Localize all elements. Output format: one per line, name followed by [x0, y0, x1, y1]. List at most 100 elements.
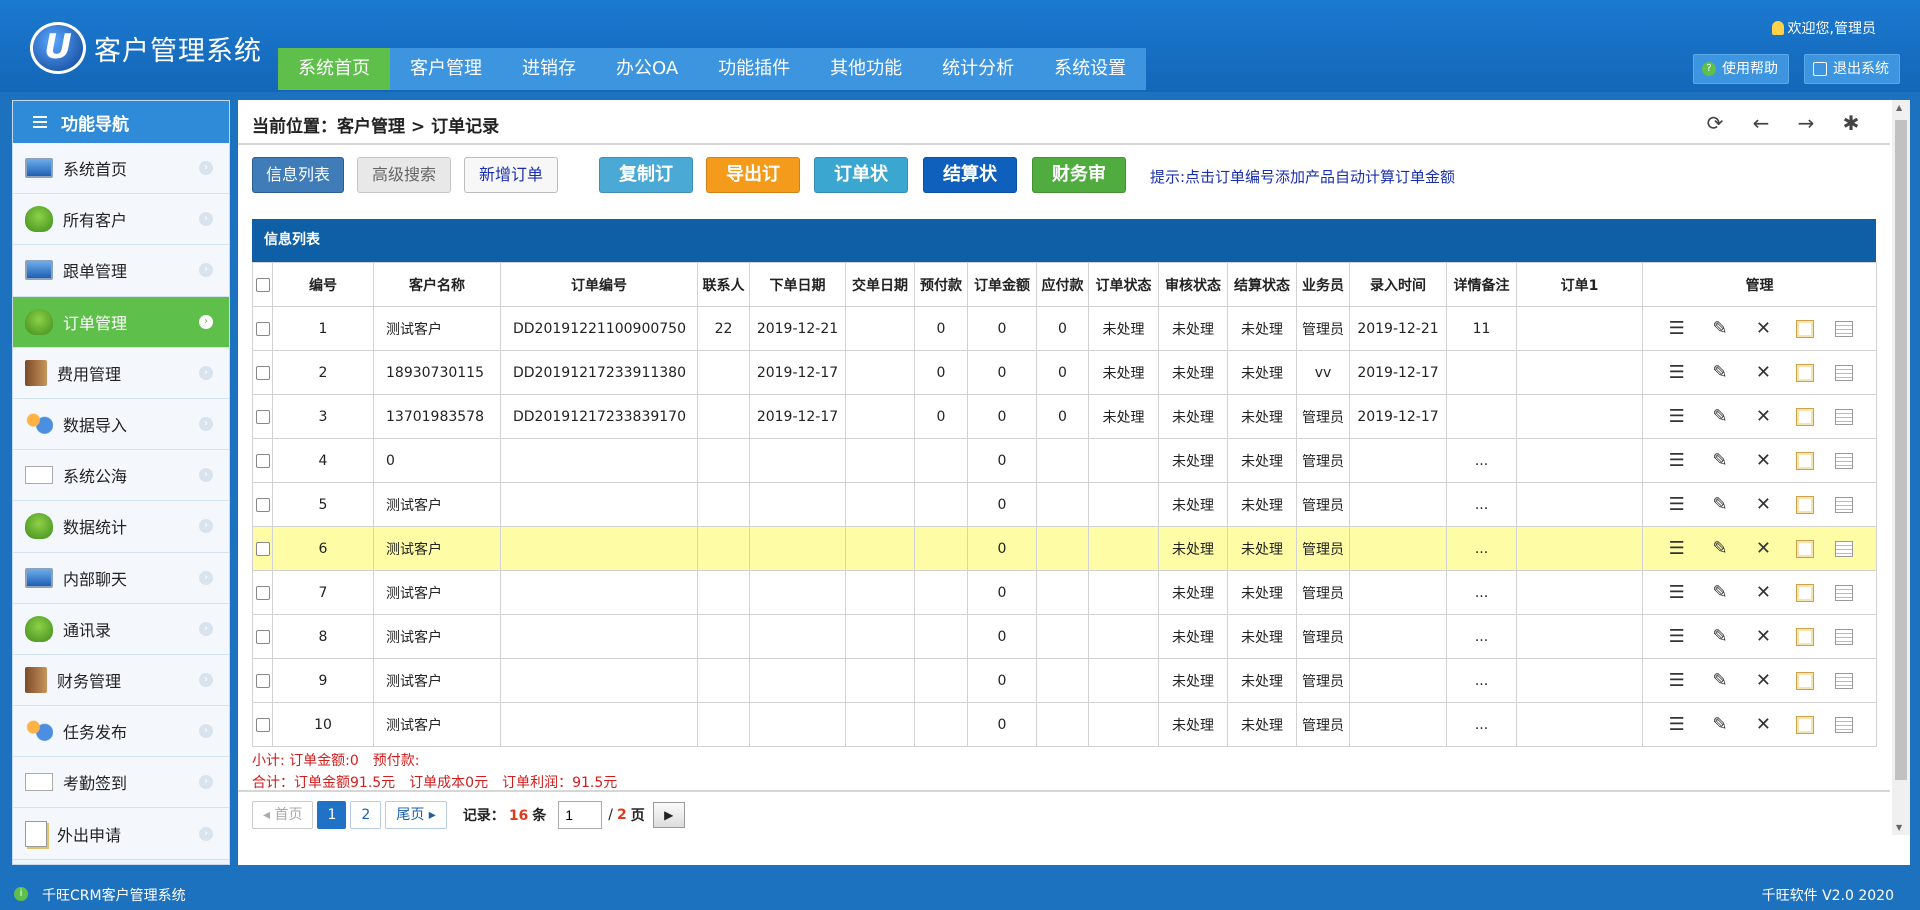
select-all-checkbox[interactable] [255, 277, 270, 292]
row-checkbox[interactable] [255, 497, 270, 512]
row-checkbox[interactable] [255, 585, 270, 600]
delete-icon[interactable]: ✕ [1752, 714, 1774, 736]
page-2-button[interactable]: 2 [350, 801, 382, 829]
select-all-checkbox-cell[interactable] [252, 262, 273, 307]
note-edit-icon[interactable] [1795, 363, 1814, 382]
order-number-cell[interactable]: DD20191217233911380 [500, 350, 698, 395]
row-checkbox[interactable] [255, 541, 270, 556]
order-number-cell[interactable] [500, 438, 698, 483]
note-edit-icon[interactable] [1795, 407, 1814, 426]
menu-icon[interactable]: ☰ [1666, 406, 1688, 428]
nav-item-stats[interactable]: 统计分析 [922, 48, 1034, 90]
sidebar-item-public-pool[interactable]: 系统公海 › [13, 450, 229, 502]
nav-item-settings[interactable]: 系统设置 [1034, 48, 1146, 90]
sidebar-item-expenses[interactable]: 费用管理 › [13, 347, 229, 399]
menu-icon[interactable]: ☰ [1666, 318, 1688, 340]
delete-icon[interactable]: ✕ [1752, 538, 1774, 560]
note-edit-icon[interactable] [1795, 451, 1814, 470]
first-page-button[interactable]: ◂ 首页 [252, 801, 314, 829]
order-number-cell[interactable] [500, 482, 698, 527]
sidebar-item-orders[interactable]: 订单管理 › [13, 296, 229, 348]
vertical-scrollbar[interactable]: ▲ ▼ [1892, 100, 1910, 835]
nav-item-home[interactable]: 系统首页 [278, 48, 390, 90]
row-checkbox[interactable] [255, 717, 270, 732]
detail-doc-icon[interactable] [1835, 320, 1854, 337]
row-checkbox[interactable] [255, 629, 270, 644]
edit-icon[interactable]: ✎ [1709, 582, 1731, 604]
order-number-cell[interactable] [500, 614, 698, 659]
last-page-button[interactable]: 尾页 ▸ [385, 801, 447, 829]
row-checkbox-cell[interactable] [252, 394, 273, 439]
menu-icon[interactable]: ☰ [1666, 626, 1688, 648]
sidebar-item-import[interactable]: 数据导入 › [13, 398, 229, 451]
menu-icon[interactable]: ☰ [1666, 538, 1688, 560]
menu-icon[interactable]: ☰ [1666, 494, 1688, 516]
sidebar-item-tasks[interactable]: 任务发布 › [13, 706, 229, 758]
edit-icon[interactable]: ✎ [1709, 450, 1731, 472]
edit-icon[interactable]: ✎ [1709, 318, 1731, 340]
row-checkbox-cell[interactable] [252, 702, 273, 747]
detail-doc-icon[interactable] [1835, 628, 1854, 645]
row-checkbox[interactable] [255, 673, 270, 688]
edit-icon[interactable]: ✎ [1709, 406, 1731, 428]
arrow-right-icon[interactable]: → [1795, 112, 1817, 134]
row-checkbox[interactable] [255, 453, 270, 468]
row-checkbox-cell[interactable] [252, 350, 273, 395]
order-status-button[interactable]: 订单状态 [814, 157, 908, 219]
delete-icon[interactable]: ✕ [1752, 406, 1774, 428]
note-edit-icon[interactable] [1795, 539, 1814, 558]
new-order-button[interactable]: 新增订单 [464, 157, 558, 193]
arrow-left-icon[interactable]: ← [1750, 112, 1772, 134]
sidebar-item-home[interactable]: 系统首页 › [13, 143, 229, 195]
order-number-cell[interactable] [500, 526, 698, 571]
row-checkbox-cell[interactable] [252, 306, 273, 351]
help-button[interactable]: ? 使用帮助 [1693, 54, 1789, 84]
row-checkbox[interactable] [255, 321, 270, 336]
delete-icon[interactable]: ✕ [1752, 626, 1774, 648]
note-edit-icon[interactable] [1795, 319, 1814, 338]
copy-order-button[interactable]: 复制订单 [599, 157, 693, 219]
page-1-button[interactable]: 1 [317, 801, 347, 829]
detail-doc-icon[interactable] [1835, 716, 1854, 733]
row-checkbox-cell[interactable] [252, 658, 273, 703]
order-number-cell[interactable] [500, 658, 698, 703]
menu-icon[interactable]: ☰ [1666, 670, 1688, 692]
order-number-cell[interactable] [500, 570, 698, 615]
delete-icon[interactable]: ✕ [1752, 494, 1774, 516]
order-number-cell[interactable] [500, 702, 698, 747]
nav-item-inventory[interactable]: 进销存 [502, 48, 596, 90]
gear-icon[interactable]: ✱ [1840, 112, 1862, 134]
edit-icon[interactable]: ✎ [1709, 626, 1731, 648]
logout-button[interactable]: 退出系统 [1804, 54, 1900, 84]
page-number-input[interactable] [558, 801, 603, 829]
sidebar-item-all-customers[interactable]: 所有客户 › [13, 194, 229, 246]
menu-icon[interactable]: ☰ [1666, 582, 1688, 604]
row-checkbox-cell[interactable] [252, 570, 273, 615]
sidebar-item-chat[interactable]: 内部聊天 › [13, 552, 229, 604]
detail-doc-icon[interactable] [1835, 672, 1854, 689]
row-checkbox[interactable] [255, 409, 270, 424]
delete-icon[interactable]: ✕ [1752, 450, 1774, 472]
settle-status-button[interactable]: 结算状态 [923, 157, 1017, 219]
note-edit-icon[interactable] [1795, 627, 1814, 646]
menu-icon[interactable]: ☰ [1666, 714, 1688, 736]
note-edit-icon[interactable] [1795, 671, 1814, 690]
detail-doc-icon[interactable] [1835, 496, 1854, 513]
row-checkbox-cell[interactable] [252, 438, 273, 483]
order-number-cell[interactable]: DD20191221100900750 [500, 306, 698, 351]
detail-doc-icon[interactable] [1835, 540, 1854, 557]
go-page-button[interactable]: ▶ [652, 802, 685, 828]
edit-icon[interactable]: ✎ [1709, 362, 1731, 384]
edit-icon[interactable]: ✎ [1709, 714, 1731, 736]
refresh-icon[interactable]: ⟳ [1704, 112, 1726, 134]
nav-item-oa[interactable]: 办公OA [596, 48, 698, 90]
detail-doc-icon[interactable] [1835, 364, 1854, 381]
sidebar-item-finance[interactable]: 财务管理 › [13, 654, 229, 707]
scroll-down-icon[interactable]: ▼ [1896, 823, 1902, 832]
edit-icon[interactable]: ✎ [1709, 670, 1731, 692]
menu-icon[interactable]: ☰ [1666, 362, 1688, 384]
detail-doc-icon[interactable] [1835, 452, 1854, 469]
order-number-cell[interactable]: DD20191217233839170 [500, 394, 698, 439]
export-order-button[interactable]: 导出订单 [706, 157, 800, 219]
nav-item-other[interactable]: 其他功能 [810, 48, 922, 90]
